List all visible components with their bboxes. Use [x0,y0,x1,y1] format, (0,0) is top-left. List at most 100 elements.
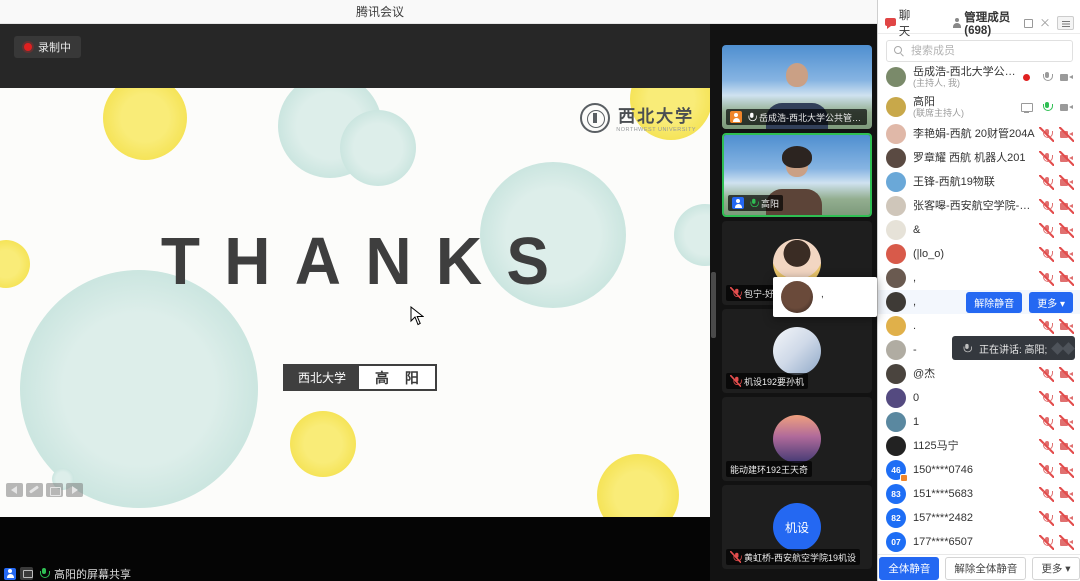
search-icon [894,46,905,57]
member-row[interactable]: 张客嗥-西安航空学院-飞行器设计 [878,194,1080,218]
camera-muted-icon[interactable] [1060,248,1073,261]
camera-muted-icon[interactable] [1060,392,1073,405]
member-row[interactable]: 高阳 (联席主持人) [878,92,1080,122]
avatar [886,220,906,240]
camera-muted-icon[interactable] [1060,464,1073,477]
slide-panel-icon[interactable] [46,483,63,497]
member-role-icon [730,111,742,123]
member-name: , [913,296,962,308]
next-slide-icon[interactable] [66,483,83,497]
member-row[interactable]: 1125马宁 [878,434,1080,458]
mic-muted-icon[interactable] [1040,152,1053,165]
pen-tool-icon[interactable] [26,483,43,497]
camera-muted-icon[interactable] [1060,368,1073,381]
mic-muted-icon[interactable] [1040,368,1053,381]
member-row[interactable]: 王锋-西航19物联 [878,170,1080,194]
letterbox-bar: 高阳的屏幕共享 [0,517,710,581]
camera-icon[interactable] [1060,71,1073,84]
mic-muted-icon[interactable] [1040,224,1053,237]
camera-muted-icon[interactable] [1060,224,1073,237]
member-status-icons [1040,416,1073,429]
mute-all-button[interactable]: 全体静音 [879,557,939,580]
member-row[interactable]: 0 [878,386,1080,410]
member-row[interactable]: & [878,218,1080,242]
member-status-icons [1040,320,1073,333]
mic-muted-icon[interactable] [1040,392,1053,405]
member-status-icons [1040,152,1073,165]
mic-icon[interactable] [1040,71,1053,84]
camera-muted-icon[interactable] [1060,536,1073,549]
presentation-slide: THANKS 西北大学 NORTHWEST UNIVERSITY 西北大学 高 … [0,88,710,517]
camera-muted-icon[interactable] [1060,416,1073,429]
tab-manage-members[interactable]: 管理成员(698) [951,9,1024,37]
mic-muted-icon[interactable] [1040,200,1053,213]
mic-muted-icon[interactable] [1040,536,1053,549]
mic-status-icon [731,552,740,562]
camera-muted-icon[interactable] [1060,176,1073,189]
popup-member-name: , [821,289,824,300]
mic-active-icon[interactable] [1040,101,1053,114]
member-name: (|lo_o) [913,248,1036,260]
mic-muted-icon[interactable] [1040,320,1053,333]
video-tile[interactable]: 岳成浩-西北大学公共管理学院 [722,45,872,129]
tab-chat[interactable]: 聊天 [885,7,917,39]
mic-muted-icon[interactable] [1040,128,1053,141]
mic-muted-icon[interactable] [1040,248,1053,261]
member-row[interactable]: @杰 [878,362,1080,386]
camera-muted-icon[interactable] [1060,320,1073,333]
unmute-all-button[interactable]: 解除全体静音 [945,557,1026,580]
camera-muted-icon[interactable] [1060,488,1073,501]
mic-muted-icon[interactable] [1040,176,1053,189]
member-row[interactable]: 李艳娟-西航 20财管204A [878,122,1080,146]
avatar [886,196,906,216]
member-row[interactable]: (|lo_o) [878,242,1080,266]
panel-collapse-handle[interactable] [711,272,716,338]
mic-status-icon [746,112,755,122]
badge-university: 西北大学 [285,366,359,389]
video-tile[interactable]: 高阳 [722,133,872,217]
unmute-member-button[interactable]: 解除静音 [966,292,1022,313]
member-row[interactable]: , [878,266,1080,290]
mic-muted-icon[interactable] [1040,272,1053,285]
member-row[interactable]: , 解除静音更多 ▾ [878,290,1080,314]
member-row[interactable]: 83 151****5683 [878,482,1080,506]
camera-muted-icon[interactable] [1060,128,1073,141]
mic-icon [961,342,972,353]
member-row[interactable]: 46 150****0746 [878,458,1080,482]
mic-muted-icon[interactable] [1040,464,1053,477]
panel-menu-icon[interactable] [1057,16,1074,30]
avatar [781,281,813,313]
member-row[interactable]: . [878,314,1080,338]
mic-muted-icon[interactable] [1040,440,1053,453]
video-tile[interactable]: 机设 黄虹桥-西安航空学院19机设 [722,485,872,569]
video-tile[interactable]: 能动建环192王天奇 [722,397,872,481]
member-row[interactable]: 1 [878,410,1080,434]
member-row[interactable]: 罗章耀 西航 机器人201 [878,146,1080,170]
popout-panel-icon[interactable] [1024,19,1033,28]
mic-muted-icon[interactable] [1040,416,1053,429]
member-row[interactable]: 82 157****2482 [878,506,1080,530]
screen-share-icon[interactable] [1020,101,1033,114]
camera-muted-icon[interactable] [1060,512,1073,525]
camera-muted-icon[interactable] [1060,152,1073,165]
member-role: (主持人, 我) [913,78,1016,89]
member-row[interactable]: 07 177****6507 [878,530,1080,554]
camera-muted-icon[interactable] [1060,200,1073,213]
camera-muted-icon[interactable] [1060,272,1073,285]
member-more-button[interactable]: 更多 ▾ [1029,292,1073,313]
avatar: 82 [886,508,906,528]
member-row[interactable]: 岳成浩-西北大学公共管理学院 (主持人, 我) [878,62,1080,92]
mic-muted-icon[interactable] [1040,488,1053,501]
member-name: 0 [913,392,1036,404]
avatar-text: 机设 [785,519,809,536]
previous-slide-icon[interactable] [6,483,23,497]
member-role-icon [4,568,16,580]
camera-icon[interactable] [1060,101,1073,114]
mic-muted-icon[interactable] [1040,512,1053,525]
participant-name-label: 机设192要孙机 [726,373,808,389]
footer-more-button[interactable]: 更多 ▾ [1032,557,1079,580]
search-input[interactable] [886,40,1073,62]
close-panel-icon[interactable] [1041,19,1049,27]
camera-muted-icon[interactable] [1060,440,1073,453]
video-tile[interactable]: 机设192要孙机 [722,309,872,393]
